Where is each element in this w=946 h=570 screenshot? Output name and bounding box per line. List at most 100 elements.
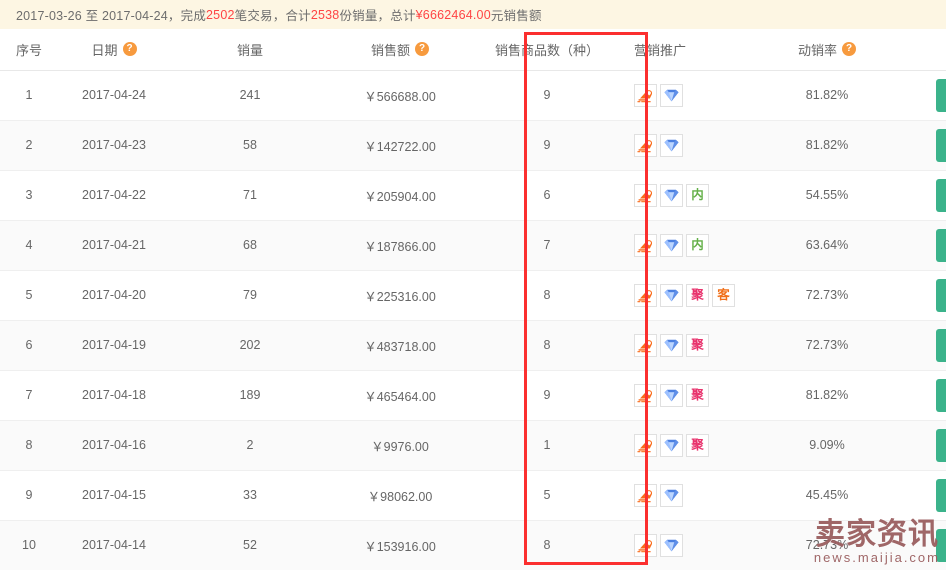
cell-date: 2017-04-15 [58, 470, 170, 521]
cell-date: 2017-04-24 [58, 70, 170, 121]
column-header-qty-label: 销量 [236, 42, 263, 58]
cell-rate: 81.82% [748, 70, 906, 121]
cell-promotion: 聚客 [624, 270, 748, 321]
view-detail-button[interactable]: 查看详情 [935, 178, 946, 212]
cell-date: 2017-04-23 [58, 120, 170, 171]
promotion-icon-list [634, 133, 748, 157]
promotion-icon-list: 聚 [634, 383, 748, 407]
cell-index: 2 [0, 120, 58, 171]
cell-date: 2017-04-22 [58, 170, 170, 221]
cell-action: 查看详情 [906, 320, 946, 371]
sales-table: 序号 日期 ? 销量 销售额 ? 销售商品数（种） 营销推广 动销率 ? 1 2… [0, 29, 946, 570]
diamond-icon[interactable] [660, 133, 683, 157]
cell-promotion [624, 520, 748, 570]
view-detail-button[interactable]: 查看详情 [935, 528, 946, 562]
diamond-glyph [664, 489, 679, 501]
diamond-glyph [664, 389, 679, 401]
cell-promotion [624, 470, 748, 521]
ju-icon[interactable]: 聚 [686, 383, 709, 407]
column-header-date-label: 日期 [91, 42, 118, 58]
train-icon[interactable] [634, 433, 657, 457]
diamond-icon[interactable] [660, 183, 683, 207]
train-icon[interactable] [634, 383, 657, 407]
cell-promotion: 内 [624, 220, 748, 271]
train-icon[interactable] [634, 183, 657, 207]
cell-date: 2017-04-19 [58, 320, 170, 371]
table-header: 序号 日期 ? 销量 销售额 ? 销售商品数（种） 营销推广 动销率 ? [0, 29, 946, 71]
view-detail-button[interactable]: 查看详情 [935, 378, 946, 412]
diamond-glyph [664, 189, 679, 201]
nei-icon[interactable]: 内 [686, 183, 709, 207]
cell-index: 9 [0, 470, 58, 521]
train-icon[interactable] [634, 483, 657, 507]
diamond-icon[interactable] [660, 83, 683, 107]
view-detail-button[interactable]: 查看详情 [935, 478, 946, 512]
column-header-index: 序号 [0, 29, 58, 71]
cell-action: 查看详情 [906, 520, 946, 570]
view-detail-button[interactable]: 查看详情 [935, 328, 946, 362]
view-detail-button[interactable]: 查看详情 [935, 128, 946, 162]
train-icon[interactable] [634, 533, 657, 557]
ke-icon[interactable]: 客 [712, 283, 735, 307]
summary-sales-count: 2538 [310, 7, 340, 22]
cell-sku-count: 9 [470, 70, 624, 121]
view-detail-button[interactable]: 查看详情 [935, 78, 946, 112]
cell-sku-count: 8 [470, 270, 624, 321]
view-detail-button[interactable]: 查看详情 [935, 278, 946, 312]
diamond-icon[interactable] [660, 333, 683, 357]
cell-amount: ￥205904.00 [330, 170, 470, 221]
help-icon[interactable]: ? [842, 42, 856, 57]
ju-icon[interactable]: 聚 [686, 433, 709, 457]
cell-sku-count: 9 [470, 370, 624, 421]
diamond-icon[interactable] [660, 433, 683, 457]
cell-sku-count: 9 [470, 120, 624, 171]
cell-rate: 72.73% [748, 270, 906, 321]
train-icon[interactable] [634, 283, 657, 307]
cell-amount: ￥465464.00 [330, 370, 470, 421]
diamond-icon[interactable] [660, 483, 683, 507]
train-icon[interactable] [634, 233, 657, 257]
cell-qty: 189 [170, 370, 330, 421]
cell-index: 8 [0, 420, 58, 471]
train-icon[interactable] [634, 133, 657, 157]
table-row: 72017-04-18189￥465464.009 聚 81.82% 查看详情 [0, 370, 946, 421]
train-glyph [637, 89, 653, 102]
help-icon[interactable]: ? [415, 42, 429, 57]
cell-date: 2017-04-16 [58, 420, 170, 471]
summary-mid2: 份销量，总计 [339, 9, 416, 23]
diamond-icon[interactable] [660, 533, 683, 557]
summary-order-count: 2502 [206, 7, 235, 22]
cell-index: 4 [0, 220, 58, 271]
column-header-action: 操作 [906, 29, 946, 71]
train-icon[interactable] [634, 333, 657, 357]
ju-icon[interactable]: 聚 [686, 333, 709, 357]
cell-qty: 58 [170, 120, 330, 171]
column-header-date: 日期 ? [58, 29, 170, 71]
train-glyph [637, 139, 653, 152]
cell-sku-count: 6 [470, 170, 624, 221]
table-row: 102017-04-1452￥153916.008 72.73% 查看详情 [0, 520, 946, 570]
column-header-qty: 销量 [170, 29, 330, 71]
cell-action: 查看详情 [906, 420, 946, 471]
cell-index: 10 [0, 520, 58, 570]
column-header-rate: 动销率 ? [748, 29, 906, 71]
nei-icon[interactable]: 内 [686, 233, 709, 257]
diamond-icon[interactable] [660, 233, 683, 257]
cell-date: 2017-04-18 [58, 370, 170, 421]
ju-icon[interactable]: 聚 [686, 283, 709, 307]
diamond-glyph [664, 239, 679, 251]
view-detail-button[interactable]: 查看详情 [935, 228, 946, 262]
cell-promotion [624, 120, 748, 171]
column-header-amount-label: 销售额 [370, 42, 410, 58]
promotion-icon-list: 内 [634, 233, 748, 257]
train-icon[interactable] [634, 83, 657, 107]
help-icon[interactable]: ? [122, 42, 137, 57]
diamond-icon[interactable] [660, 283, 683, 307]
cell-rate: 45.45% [748, 470, 906, 521]
cell-promotion: 聚 [624, 320, 748, 371]
table-row: 62017-04-19202￥483718.008 聚 72.73% 查看详情 [0, 320, 946, 371]
cell-amount: ￥153916.00 [330, 520, 470, 570]
cell-amount: ￥142722.00 [330, 120, 470, 171]
diamond-icon[interactable] [660, 383, 683, 407]
view-detail-button[interactable]: 查看详情 [935, 428, 946, 462]
